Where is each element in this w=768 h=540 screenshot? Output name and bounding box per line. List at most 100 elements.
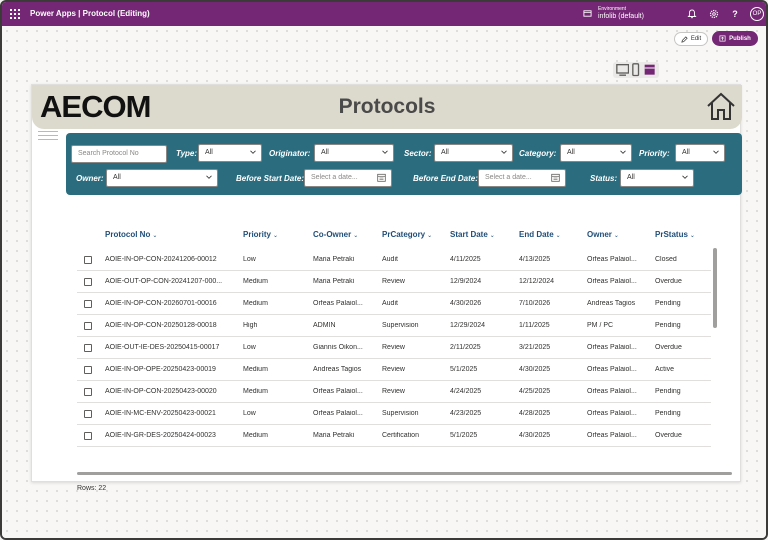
before-end-date-placeholder: Select a date... [485, 174, 532, 181]
type-label: Type: [176, 149, 198, 158]
category-value: All [567, 149, 575, 156]
cell-owner: Orfeas Palaiol... [587, 388, 637, 395]
table-row[interactable]: AOIE-IN-OP-CON-20250128-00018 High ADMIN… [77, 315, 711, 337]
column-header-co-owner[interactable]: Co-Owner ⌄ [313, 230, 358, 239]
cell-priority: High [243, 322, 258, 329]
cell-end-date: 12/12/2024 [519, 278, 555, 285]
column-header-prcategory[interactable]: PrCategory ⌄ [382, 230, 432, 239]
cell-start-date: 5/1/2025 [450, 432, 478, 439]
notification-bell-icon[interactable] [687, 9, 697, 19]
phone-preview-icon[interactable] [629, 63, 642, 77]
status-dropdown[interactable]: All [620, 169, 694, 187]
cell-priority: Medium [243, 432, 268, 439]
cell-owner: Orfeas Palaiol... [587, 366, 637, 373]
column-header-prstatus[interactable]: PrStatus ⌄ [655, 230, 695, 239]
sector-value: All [441, 149, 449, 156]
row-checkbox[interactable] [84, 322, 92, 330]
cell-category: Review [382, 278, 405, 285]
chevron-down-icon [682, 175, 688, 179]
calendar-icon [551, 173, 560, 182]
edit-button[interactable]: Edit [674, 32, 708, 46]
table-row[interactable]: AOIE-IN-OP-CON-20241206-00012 Low Maria … [77, 249, 711, 271]
table-row[interactable]: AOIE-IN-OP-CON-20260701-00016 Medium Orf… [77, 293, 711, 315]
cell-co-owner: Orfeas Palaiol... [313, 410, 363, 417]
priority-dropdown[interactable]: All [675, 144, 725, 162]
environment-selector[interactable]: infolib (default) [598, 13, 644, 20]
cell-protocol-no: AOIE-OUT-OP-CON-20241207-000... [105, 278, 223, 285]
type-value: All [205, 149, 213, 156]
window-frame: Power Apps | Protocol (Editing) Environm… [0, 0, 768, 540]
row-checkbox[interactable] [84, 410, 92, 418]
cell-protocol-no: AOIE-IN-OP-CON-20241206-00012 [105, 256, 217, 263]
cell-priority: Low [243, 344, 256, 351]
owner-dropdown[interactable]: All [106, 169, 218, 187]
cell-category: Supervision [382, 322, 419, 329]
sector-dropdown[interactable]: All [434, 144, 513, 162]
before-start-date-picker[interactable]: Select a date... [304, 169, 392, 187]
help-icon[interactable]: ? [730, 9, 740, 19]
before-end-date-picker[interactable]: Select a date... [478, 169, 566, 187]
hamburger-menu-icon[interactable] [38, 131, 58, 145]
row-checkbox[interactable] [84, 366, 92, 374]
table-row[interactable]: AOIE-IN-GR-DES-20250424-00023 Medium Mar… [77, 425, 711, 447]
table-row[interactable]: AOIE-IN-OP-OPE-20250423-00019 Medium And… [77, 359, 711, 381]
row-checkbox[interactable] [84, 344, 92, 352]
search-protocol-input[interactable]: Search Protocol No [71, 145, 167, 163]
cell-protocol-no: AOIE-IN-GR-DES-20250424-00023 [105, 432, 216, 439]
cell-start-date: 12/29/2024 [450, 322, 486, 329]
tablet-preview-icon[interactable] [643, 63, 656, 76]
desktop-preview-icon[interactable] [616, 63, 630, 77]
cell-protocol-no: AOIE-IN-OP-CON-20250423-00020 [105, 388, 217, 395]
row-checkbox[interactable] [84, 388, 92, 396]
cell-start-date: 4/24/2025 [450, 388, 482, 395]
type-dropdown[interactable]: All [198, 144, 262, 162]
row-checkbox[interactable] [84, 278, 92, 286]
cell-status: Active [655, 366, 675, 373]
owner-label: Owner: [76, 174, 104, 183]
chevron-down-icon [382, 150, 388, 154]
column-header-owner[interactable]: Owner ⌄ [587, 230, 619, 239]
status-label: Status: [590, 174, 618, 183]
column-header-protocol-no[interactable]: Protocol No ⌄ [105, 230, 157, 239]
publish-button-label: Publish [729, 35, 751, 42]
category-dropdown[interactable]: All [560, 144, 632, 162]
pencil-icon [681, 35, 688, 43]
cell-end-date: 4/13/2025 [519, 256, 551, 263]
cell-co-owner: Maria Petraki [313, 432, 355, 439]
cell-protocol-no: AOIE-OUT-IE-DES-20250415-00017 [105, 344, 220, 351]
rows-count: Rows: 22 [77, 485, 107, 492]
originator-dropdown[interactable]: All [314, 144, 394, 162]
row-checkbox[interactable] [84, 256, 92, 264]
settings-gear-icon[interactable] [709, 9, 719, 19]
cell-protocol-no: AOIE-IN-MC-ENV-20250423-00021 [105, 410, 216, 417]
table-row[interactable]: AOIE-OUT-OP-CON-20241207-000... Medium M… [77, 271, 711, 293]
user-avatar[interactable]: OP [750, 7, 764, 21]
cell-start-date: 2/11/2025 [450, 344, 481, 351]
cell-status: Pending [655, 388, 681, 395]
cell-end-date: 4/25/2025 [519, 388, 551, 395]
priority-label: Priority: [639, 149, 670, 158]
column-header-start-date[interactable]: Start Date ⌄ [450, 230, 495, 239]
table-row[interactable]: AOIE-IN-MC-ENV-20250423-00021 Low Orfeas… [77, 403, 711, 425]
sort-chevron-icon: ⌄ [689, 233, 695, 239]
sort-chevron-icon: ⌄ [273, 233, 279, 239]
column-header-priority[interactable]: Priority ⌄ [243, 230, 278, 239]
top-bar: Power Apps | Protocol (Editing) Environm… [2, 2, 766, 26]
cell-start-date: 4/11/2025 [450, 256, 481, 263]
cell-priority: Medium [243, 366, 268, 373]
table-row[interactable]: AOIE-IN-OP-CON-20250423-00020 Medium Orf… [77, 381, 711, 403]
row-checkbox[interactable] [84, 432, 92, 440]
cell-status: Pending [655, 410, 681, 417]
sort-chevron-icon: ⌄ [489, 233, 495, 239]
home-icon[interactable] [705, 91, 737, 121]
table-row[interactable]: AOIE-OUT-IE-DES-20250415-00017 Low Giann… [77, 337, 711, 359]
column-header-end-date[interactable]: End Date ⌄ [519, 230, 561, 239]
environment-icon [583, 10, 592, 17]
vertical-scrollbar[interactable] [713, 248, 717, 328]
publish-button[interactable]: Publish [712, 31, 758, 46]
app-launcher-icon[interactable] [10, 9, 20, 19]
cell-protocol-no: AOIE-IN-OP-OPE-20250423-00019 [105, 366, 216, 373]
cell-status: Closed [655, 256, 677, 263]
row-checkbox[interactable] [84, 300, 92, 308]
horizontal-scrollbar[interactable] [77, 472, 732, 475]
